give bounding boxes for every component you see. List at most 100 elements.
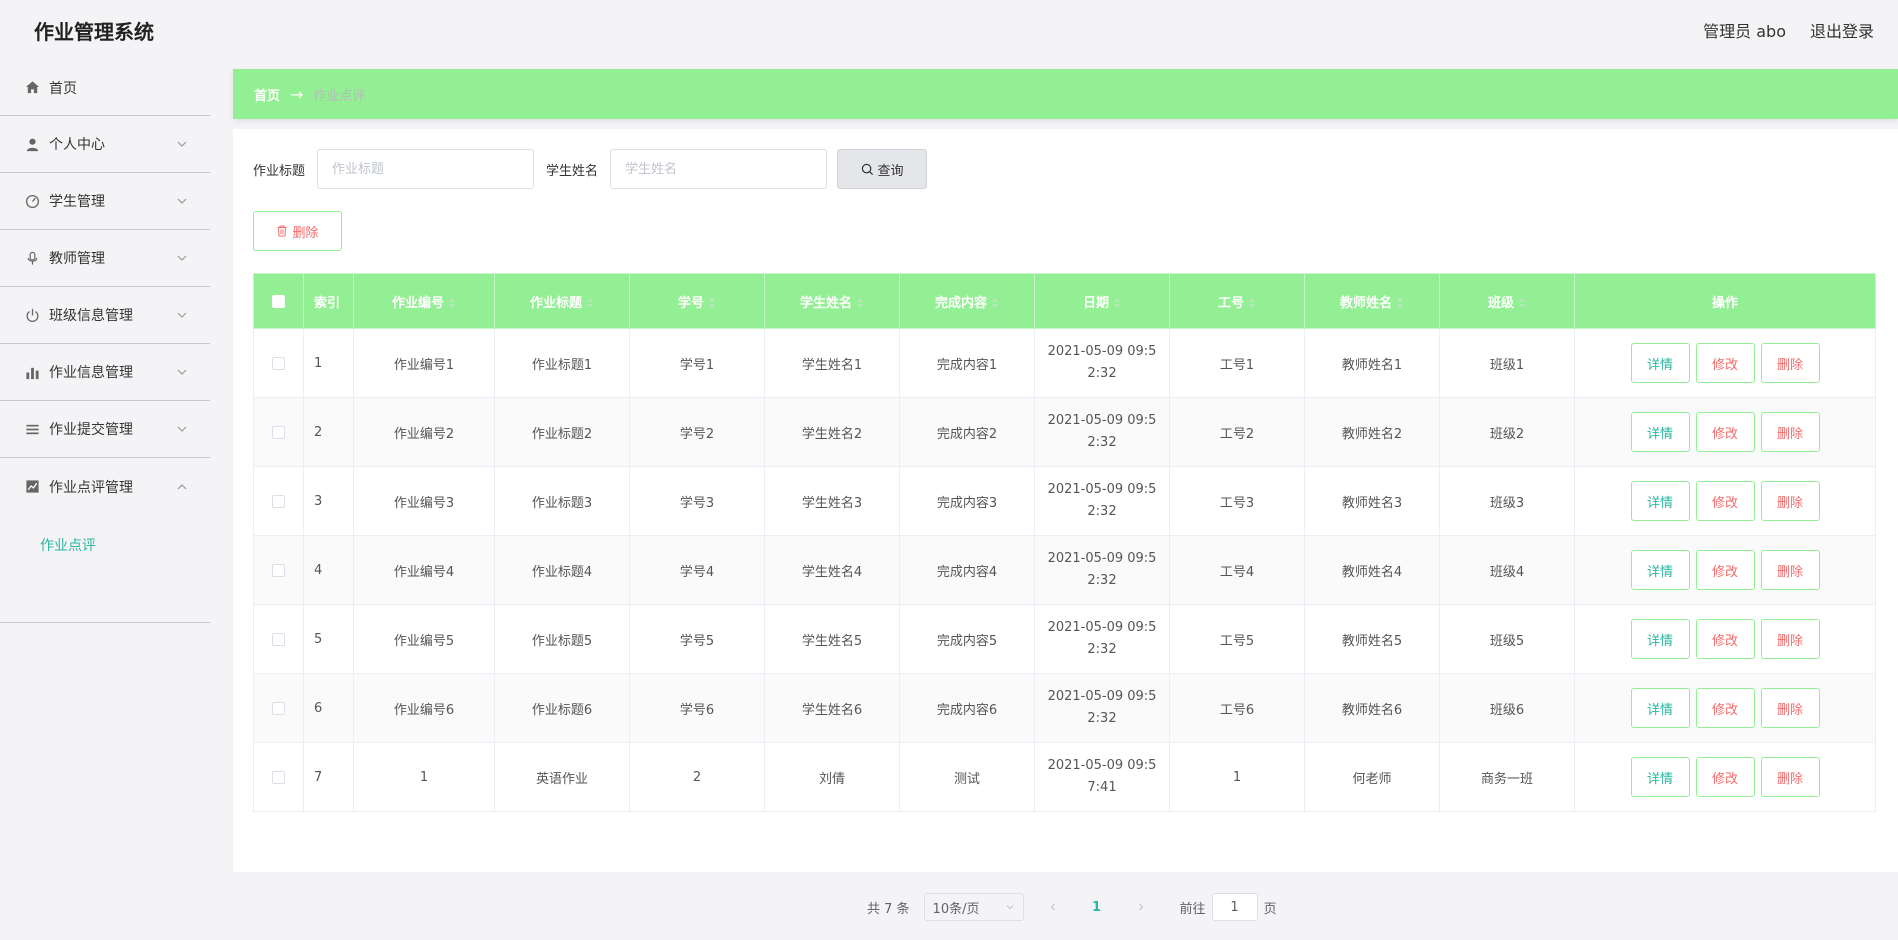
cell-content: 测试 (899, 742, 1035, 812)
header-label: 学生姓名 (799, 295, 852, 311)
goto-page-input[interactable] (1211, 893, 1258, 921)
sort-icon (1114, 298, 1120, 308)
gauge-icon (24, 193, 40, 209)
batch-delete-button[interactable]: 删除 (253, 211, 342, 251)
query-button[interactable]: 查询 (837, 149, 928, 189)
sidebar-item-homework-info[interactable]: 作业信息管理 (0, 344, 210, 401)
sidebar-item-label: 首页 (49, 80, 77, 97)
sidebar-subitem-homework-review[interactable]: 作业点评 (40, 515, 96, 575)
breadcrumb-home[interactable]: 首页 (254, 85, 280, 104)
prev-page-button[interactable] (1038, 902, 1068, 912)
cell-teacher-name: 教师姓名1 (1304, 328, 1440, 398)
detail-button[interactable]: 详情 (1630, 619, 1690, 659)
header-student-name[interactable]: 学生姓名 (764, 273, 900, 329)
logout-link[interactable]: 退出登录 (1810, 18, 1874, 42)
breadcrumb-current: 作业点评 (313, 88, 366, 104)
cell-actions: 详情 修改 删除 (1574, 466, 1876, 536)
row-select-cell (253, 466, 304, 536)
search-form: 作业标题 学生姓名 查询 (253, 149, 928, 189)
cell-homework-code: 作业编号1 (353, 328, 495, 398)
detail-button[interactable]: 详情 (1630, 412, 1690, 452)
detail-button[interactable]: 详情 (1630, 688, 1690, 728)
delete-button[interactable]: 删除 (1760, 619, 1820, 659)
sidebar-item-class-management[interactable]: 班级信息管理 (0, 287, 210, 344)
cell-index: 2 (303, 397, 354, 467)
edit-button[interactable]: 修改 (1695, 343, 1755, 383)
cell-actions: 详情 修改 删除 (1574, 535, 1876, 605)
row-checkbox[interactable] (272, 701, 285, 715)
page-size-select[interactable]: 10条/页 (923, 893, 1024, 921)
cell-homework-code: 1 (353, 742, 495, 812)
edit-button[interactable]: 修改 (1695, 412, 1755, 452)
row-checkbox[interactable] (272, 770, 285, 784)
sidebar-item-label: 作业信息管理 (49, 365, 133, 381)
header-label: 完成内容 (934, 295, 987, 311)
student-name-input[interactable] (610, 149, 828, 189)
header-actions: 操作 (1574, 273, 1876, 329)
delete-button[interactable]: 删除 (1760, 343, 1820, 383)
row-checkbox[interactable] (272, 494, 285, 508)
goto-prefix: 前往 (1179, 901, 1206, 917)
date-line-1: 2021-05-09 09:5 (1047, 758, 1157, 773)
header-teacher-id[interactable]: 工号 (1169, 273, 1305, 329)
delete-button[interactable]: 删除 (1760, 412, 1820, 452)
header-label: 教师姓名 (1339, 295, 1392, 311)
bar-chart-icon (24, 364, 40, 380)
page-number-current[interactable]: 1 (1082, 900, 1112, 915)
delete-button[interactable]: 删除 (1760, 688, 1820, 728)
next-page-button[interactable] (1126, 902, 1156, 912)
select-all-checkbox[interactable] (272, 294, 285, 308)
detail-button[interactable]: 详情 (1630, 343, 1690, 383)
homework-title-input[interactable] (317, 149, 535, 189)
detail-button[interactable]: 详情 (1630, 481, 1690, 521)
cell-student-name: 学生姓名6 (764, 673, 900, 743)
header-index: 索引 (303, 273, 354, 329)
sidebar-item-homework-review[interactable]: 作业点评管理 (0, 458, 210, 515)
edit-button[interactable]: 修改 (1695, 757, 1755, 797)
edit-button[interactable]: 修改 (1695, 619, 1755, 659)
cell-homework-code: 作业编号6 (353, 673, 495, 743)
header-class[interactable]: 班级 (1439, 273, 1575, 329)
header-homework-title[interactable]: 作业标题 (494, 273, 630, 329)
content-panel: 作业标题 学生姓名 查询 删除 (233, 129, 1898, 921)
sidebar-item-label: 教师管理 (49, 251, 105, 267)
cell-content: 完成内容4 (899, 535, 1035, 605)
sidebar-item-home[interactable]: 首页 (0, 60, 210, 116)
student-name-label: 学生姓名 (546, 163, 599, 179)
cell-index: 5 (303, 604, 354, 674)
row-checkbox[interactable] (272, 356, 285, 370)
cell-student-id: 学号6 (629, 673, 765, 743)
delete-button[interactable]: 删除 (1760, 550, 1820, 590)
edit-button[interactable]: 修改 (1695, 688, 1755, 728)
cell-actions: 详情 修改 删除 (1574, 742, 1876, 812)
header-teacher-name[interactable]: 教师姓名 (1304, 273, 1440, 329)
header-student-id[interactable]: 学号 (629, 273, 765, 329)
cell-date: 2021-05-09 09:5 2:32 (1034, 466, 1170, 536)
sidebar-item-homework-submission[interactable]: 作业提交管理 (0, 401, 210, 458)
sidebar-item-teacher-management[interactable]: 教师管理 (0, 230, 210, 287)
row-checkbox[interactable] (272, 563, 285, 577)
sort-icon (992, 298, 998, 308)
sidebar-item-personal-center[interactable]: 个人中心 (0, 116, 210, 173)
header-date[interactable]: 日期 (1034, 273, 1170, 329)
chevron-up-icon (177, 483, 187, 489)
header-homework-code[interactable]: 作业编号 (353, 273, 495, 329)
row-checkbox[interactable] (272, 425, 285, 439)
header-content[interactable]: 完成内容 (899, 273, 1035, 329)
cell-teacher-name: 教师姓名6 (1304, 673, 1440, 743)
cell-actions: 详情 修改 删除 (1574, 604, 1876, 674)
date-line-1: 2021-05-09 09:5 (1047, 344, 1157, 359)
row-checkbox[interactable] (272, 632, 285, 646)
edit-button[interactable]: 修改 (1695, 550, 1755, 590)
cell-teacher-id: 工号6 (1169, 673, 1305, 743)
detail-button[interactable]: 详情 (1630, 757, 1690, 797)
header-label: 日期 (1082, 295, 1109, 311)
cell-content: 完成内容3 (899, 466, 1035, 536)
cell-actions: 详情 修改 删除 (1574, 328, 1876, 398)
detail-button[interactable]: 详情 (1630, 550, 1690, 590)
sidebar-item-student-management[interactable]: 学生管理 (0, 173, 210, 230)
edit-button[interactable]: 修改 (1695, 481, 1755, 521)
delete-button[interactable]: 删除 (1760, 481, 1820, 521)
date-line-1: 2021-05-09 09:5 (1047, 620, 1157, 635)
delete-button[interactable]: 删除 (1760, 757, 1820, 797)
